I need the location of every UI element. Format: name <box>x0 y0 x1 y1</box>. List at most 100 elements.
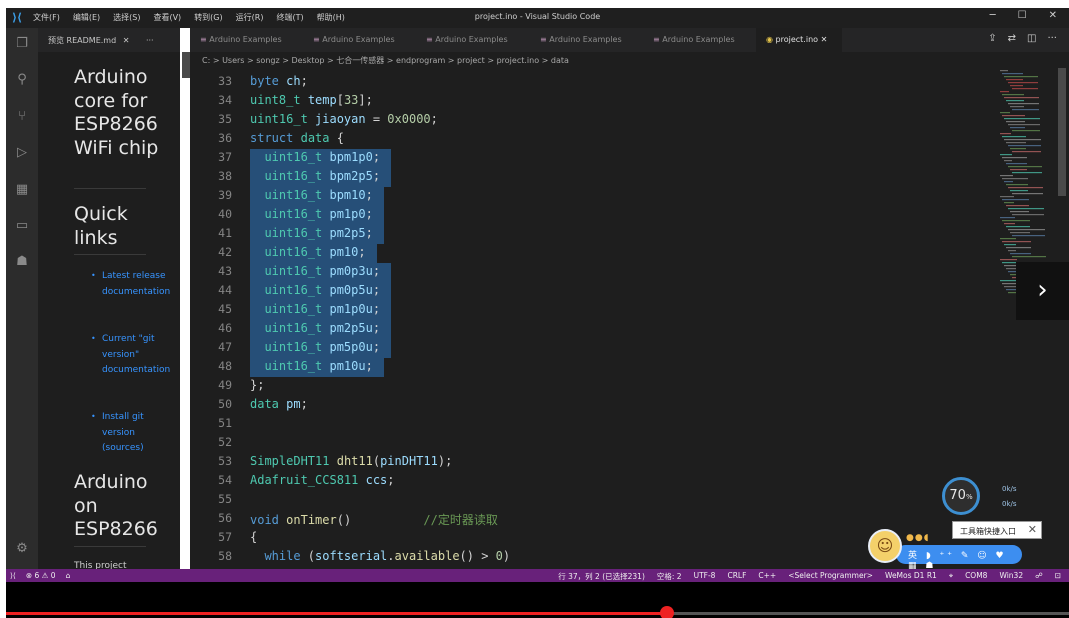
platform[interactable]: Win32 <box>999 571 1023 582</box>
more-actions-icon[interactable]: ··· <box>146 36 154 45</box>
minimize-button[interactable]: ─ <box>990 10 996 21</box>
indentation[interactable]: 空格: 2 <box>657 571 682 582</box>
problems-indicator[interactable]: ⊗ 6 ⚠ 0 <box>26 571 56 580</box>
ime-mascot-icon[interactable]: ☺ <box>868 529 902 563</box>
code-line[interactable]: void onTimer() //定时器读取 <box>250 511 498 528</box>
video-progress-handle[interactable] <box>660 606 675 618</box>
code-line[interactable]: uint16_t pm5p0u; <box>250 340 380 354</box>
line-number: 37 <box>218 150 232 164</box>
remote-indicator-icon[interactable]: ⟩⟨ <box>10 571 16 580</box>
code-line[interactable]: uint16_t bpm1p0; <box>250 150 380 164</box>
line-number: 48 <box>218 359 232 373</box>
readme-paragraph: This project <box>74 561 127 569</box>
language-mode[interactable]: C++ <box>758 571 776 582</box>
video-next-button[interactable]: › <box>1016 262 1069 320</box>
link-git-version-docs[interactable]: Current "git version" documentation <box>102 332 172 379</box>
link-latest-release-docs[interactable]: Latest release documentation <box>102 269 172 300</box>
tab-arduino-examples-5[interactable]: ≡ Arduino Examples <box>653 28 763 52</box>
tab-close-button[interactable]: ✕ <box>821 35 828 44</box>
link-install-git-version[interactable]: Install git version (sources) <box>102 410 172 457</box>
code-line[interactable]: uint16_t pm0p5u; <box>250 283 380 297</box>
tab-arduino-examples-3[interactable]: ≡ Arduino Examples <box>426 28 536 52</box>
minimap-line <box>1010 169 1027 171</box>
maximize-button[interactable]: ☐ <box>1018 10 1027 21</box>
search-icon[interactable]: ⚲ <box>14 72 30 88</box>
line-number: 51 <box>218 416 232 430</box>
code-line[interactable]: uint16_t bpm2p5; <box>250 169 380 183</box>
breadcrumb[interactable]: C: > Users > songz > Desktop > 七合一传感器 > … <box>190 52 1069 68</box>
code-line[interactable]: uint16_t pm0p3u; <box>250 264 380 278</box>
ime-toolbar[interactable]: 英 ◗ ⁺⁺ ✎ ☺ ♥ ▦ ☗ <box>896 545 1022 571</box>
home-icon[interactable]: ⌂ <box>66 571 71 580</box>
source-control-icon[interactable]: ⑂ <box>14 109 30 125</box>
code-line[interactable]: uint16_t pm10; <box>250 245 365 259</box>
more-actions-icon[interactable]: ··· <box>1047 33 1057 44</box>
readme-heading-arduino-core: Arduino core for ESP8266 WiFi chip <box>74 66 159 159</box>
code-line[interactable]: uint16_t jiaoyan = 0x0000; <box>250 112 438 126</box>
split-editor-icon[interactable]: ◫ <box>1027 33 1036 44</box>
code-line[interactable]: { <box>250 530 257 544</box>
code-line[interactable]: uint16_t pm2p5; <box>250 226 372 240</box>
performance-monitor[interactable]: 70% <box>942 477 980 515</box>
minimap-line <box>1006 247 1031 249</box>
tab-arduino-examples-2[interactable]: ≡ Arduino Examples <box>313 28 423 52</box>
tab-project-ino[interactable]: ◉ project.ino ✕ <box>756 28 842 52</box>
editor-tabs: ≡ Arduino Examples ≡ Arduino Examples ≡ … <box>190 28 1069 52</box>
close-window-button[interactable]: ✕ <box>1049 10 1057 21</box>
board-selector[interactable]: WeMos D1 R1 <box>885 571 937 582</box>
tooltip-close-button[interactable]: ✕ <box>1028 523 1037 536</box>
feedback-icon[interactable]: ☍ <box>1035 571 1043 582</box>
minimap-line <box>1004 76 1038 78</box>
select-programmer[interactable]: <Select Programmer> <box>788 571 873 582</box>
compare-icon[interactable]: ⇄ <box>1008 33 1016 44</box>
code-line[interactable]: }; <box>250 378 264 392</box>
code-line[interactable]: uint16_t pm2p5u; <box>250 321 380 335</box>
gear-icon[interactable]: ⚙ <box>14 541 30 557</box>
code-line[interactable]: while (softserial.available() > 0) <box>250 549 510 563</box>
minimap-line <box>1008 145 1041 147</box>
tab-label: Arduino Examples <box>662 35 735 44</box>
plug-icon[interactable]: ⌖ <box>949 571 953 582</box>
minimap-line <box>1006 226 1030 228</box>
minimap-line <box>1000 238 1016 240</box>
readme-heading-quick-links: Quick links <box>74 203 128 249</box>
notifications-icon[interactable]: ⊡ <box>1055 571 1061 582</box>
line-number: 36 <box>218 131 232 145</box>
code-line[interactable]: uint8_t temp[33]; <box>250 93 373 107</box>
minimap-line <box>1002 115 1025 117</box>
line-number: 49 <box>218 378 232 392</box>
code-line[interactable]: SimpleDHT11 dht11(pinDHT11); <box>250 454 452 468</box>
code-editor[interactable]: 33 byte ch; 34 uint8_t temp[33]; 35 uint16_t … <box>190 68 1069 569</box>
alien-icon[interactable]: ☗ <box>14 254 30 270</box>
encoding[interactable]: UTF-8 <box>694 571 716 582</box>
readme-scrollbar[interactable] <box>182 52 190 78</box>
readme-heading-arduino-on-esp8266: Arduino on ESP8266 <box>74 471 158 540</box>
cursor-position[interactable]: 行 37，列 2 (已选择231) <box>558 571 645 582</box>
minimap-line <box>1004 202 1014 204</box>
line-number: 56 <box>218 511 232 525</box>
serial-port[interactable]: COM8 <box>965 571 987 582</box>
minimap-line <box>1012 109 1039 111</box>
code-line[interactable]: uint16_t pm1p0; <box>250 207 372 221</box>
minimap-line <box>1012 172 1042 174</box>
code-line[interactable]: uint16_t pm10u; <box>250 359 372 373</box>
minimap-line <box>1006 79 1023 81</box>
tab-label: Arduino Examples <box>322 35 395 44</box>
tab-readme-close[interactable]: ✕ <box>123 36 130 45</box>
explorer-icon[interactable]: ❐ <box>14 36 30 52</box>
code-line[interactable]: Adafruit_CCS811 ccs; <box>250 473 395 487</box>
tab-arduino-examples-4[interactable]: ≡ Arduino Examples <box>540 28 650 52</box>
code-line[interactable]: uint16_t pm1p0u; <box>250 302 380 316</box>
tab-arduino-examples-1[interactable]: ≡ Arduino Examples <box>200 28 310 52</box>
editor-scrollbar[interactable] <box>1058 68 1066 196</box>
code-line[interactable]: byte ch; <box>250 74 308 88</box>
open-preview-icon[interactable]: ⇪ <box>988 33 996 44</box>
remote-explorer-icon[interactable]: ▭ <box>14 218 30 234</box>
code-line[interactable]: data pm; <box>250 397 308 411</box>
extensions-icon[interactable]: ▦ <box>14 182 30 198</box>
run-debug-icon[interactable]: ▷ <box>14 145 30 161</box>
tab-readme-preview[interactable]: 预览 README.md ✕ ··· <box>38 28 180 52</box>
line-ending[interactable]: CRLF <box>727 571 746 582</box>
code-line[interactable]: uint16_t bpm10; <box>250 188 372 202</box>
code-line[interactable]: struct data { <box>250 131 344 145</box>
